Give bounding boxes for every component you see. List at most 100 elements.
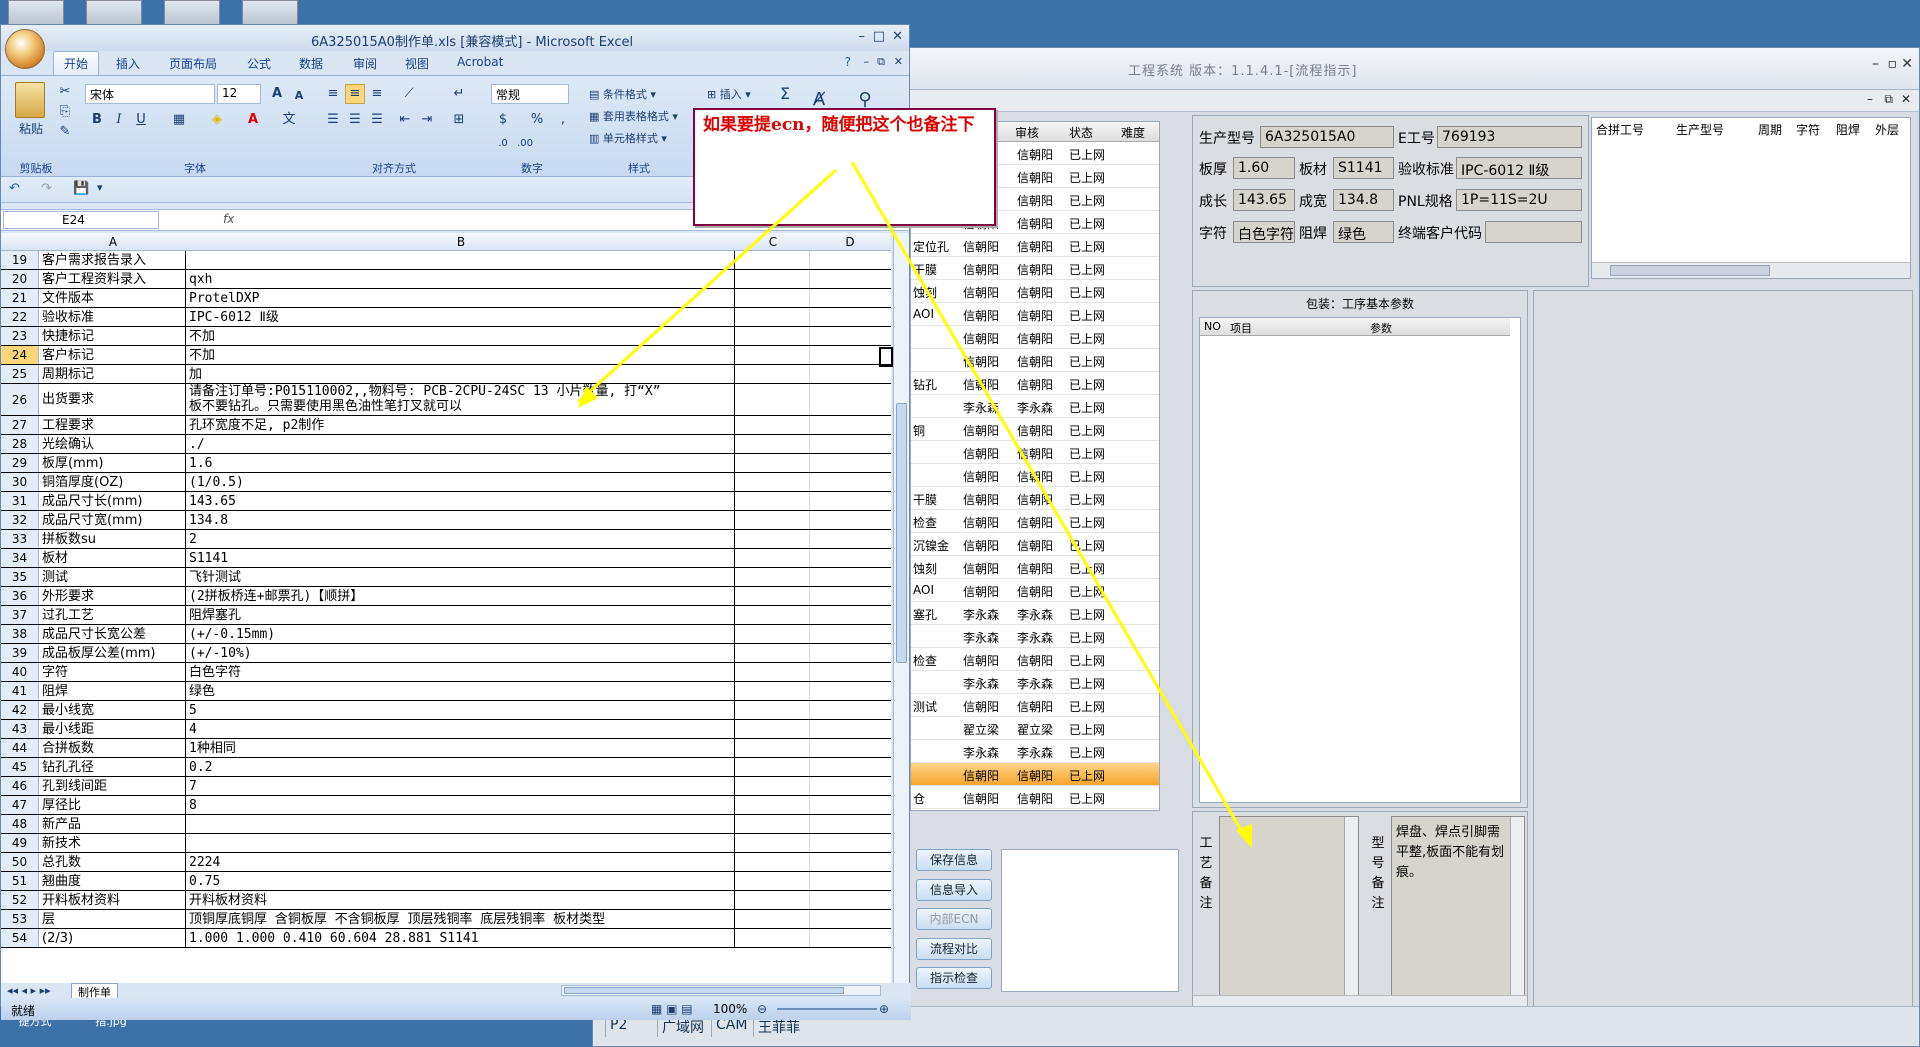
grid-row[interactable]: 蚀刻 信朝阳 信朝阳 已上网 [911, 280, 1159, 303]
row-number[interactable]: 48 [1, 815, 39, 833]
shrink-font-icon[interactable]: A [289, 86, 309, 106]
row-number[interactable]: 41 [1, 682, 39, 700]
row-number[interactable]: 34 [1, 549, 39, 567]
save-icon[interactable]: 💾 [73, 181, 89, 196]
grid-row[interactable]: 沉镍金 信朝阳 信朝阳 已上网 [911, 533, 1159, 556]
param-col-value[interactable]: 参数 [1370, 320, 1392, 336]
col-d-header[interactable]: D [811, 235, 889, 249]
desktop-icon[interactable] [242, 0, 298, 26]
cell-a[interactable]: 测试 [40, 568, 186, 586]
row-number[interactable]: 28 [1, 435, 39, 453]
row-number[interactable]: 31 [1, 492, 39, 510]
cell-a[interactable]: (2/3) [40, 929, 186, 947]
active-cell-e24[interactable] [879, 347, 893, 367]
grid-row[interactable]: 信朝阳 信朝阳 已上网 [911, 349, 1159, 372]
cell-d[interactable] [811, 701, 889, 719]
doc-minimize-icon[interactable]: – [864, 55, 870, 68]
cell-d[interactable] [811, 289, 889, 307]
process-remark-box[interactable] [1219, 816, 1359, 1004]
cell-b[interactable]: (+/-10%) [187, 644, 735, 662]
material-field[interactable]: S1141 [1333, 157, 1394, 179]
cell-d[interactable] [811, 682, 889, 700]
cell-d[interactable] [811, 891, 889, 909]
grid-row[interactable]: 信朝阳 信朝阳 已上网 [911, 464, 1159, 487]
cell-b[interactable]: 白色字符 [187, 663, 735, 681]
grid-row[interactable]: 塞孔 李永森 李永森 已上网 [911, 602, 1159, 625]
row-number[interactable]: 25 [1, 365, 39, 383]
vertical-scrollbar[interactable] [1344, 817, 1358, 1003]
grow-font-icon[interactable]: A [267, 84, 287, 104]
grid-row[interactable]: 干膜 信朝阳 信朝阳 已上网 [911, 487, 1159, 510]
cell-c[interactable] [736, 853, 810, 871]
horizontal-scrollbar[interactable] [561, 985, 881, 996]
cell-c[interactable] [736, 739, 810, 757]
grid-row[interactable]: 检查 信朝阳 信朝阳 已上网 [911, 510, 1159, 533]
cell-b[interactable]: (1/0.5) [187, 473, 735, 491]
model-remark-box[interactable]: 焊盘、焊点引脚需平整,板面不能有划痕。 [1391, 816, 1525, 1004]
grid-row[interactable]: AOI 信朝阳 信朝阳 已上网 [911, 303, 1159, 326]
border-icon[interactable]: ▦ [169, 110, 189, 130]
align-right-icon[interactable]: ☰ [367, 110, 387, 130]
cell-b[interactable]: ProtelDXP [187, 289, 735, 307]
cell-a[interactable]: 翘曲度 [40, 872, 186, 890]
row-number[interactable]: 32 [1, 511, 39, 529]
param-col-item[interactable]: 项目 [1230, 320, 1252, 336]
doc-close-icon[interactable]: ✕ [894, 55, 903, 68]
cell-c[interactable] [736, 777, 810, 795]
row-number[interactable]: 27 [1, 416, 39, 434]
cell-d[interactable] [811, 872, 889, 890]
row-number[interactable]: 50 [1, 853, 39, 871]
row-number[interactable]: 26 [1, 384, 39, 415]
cell-b[interactable]: 134.8 [187, 511, 735, 529]
import-info-button[interactable]: 信息导入 [916, 879, 992, 901]
cell-d[interactable] [811, 327, 889, 345]
cell-a[interactable]: 层 [40, 910, 186, 928]
grid-row[interactable]: 翟立梁 翟立梁 已上网 [911, 717, 1159, 740]
cell-d[interactable] [811, 758, 889, 776]
merge-col-header[interactable]: 周期 [1758, 121, 1782, 138]
tab-data[interactable]: 数据 [299, 55, 323, 72]
merge-center-icon[interactable]: ⊞ [449, 110, 469, 130]
cell-d[interactable] [811, 549, 889, 567]
cell-a[interactable]: 总孔数 [40, 853, 186, 871]
cell-c[interactable] [736, 270, 810, 288]
percent-icon[interactable]: % [527, 110, 547, 130]
cust-code-field[interactable] [1485, 221, 1582, 243]
cell-b[interactable]: 飞针测试 [187, 568, 735, 586]
cell-d[interactable] [811, 910, 889, 928]
cell-b[interactable]: 1种相同 [187, 739, 735, 757]
cell-c[interactable] [736, 530, 810, 548]
row-number[interactable]: 51 [1, 872, 39, 890]
cell-c[interactable] [736, 682, 810, 700]
cell-c[interactable] [736, 549, 810, 567]
cell-a[interactable]: 新技术 [40, 834, 186, 852]
cell-a[interactable]: 客户标记 [40, 346, 186, 364]
tab-view[interactable]: 视图 [405, 55, 429, 72]
find-select-icon[interactable]: ⚲ [855, 90, 875, 110]
minimize-icon[interactable]: – [859, 29, 866, 44]
cell-a[interactable]: 拼板数su [40, 530, 186, 548]
cell-d[interactable] [811, 625, 889, 643]
instruction-check-button[interactable]: 指示检查 [916, 967, 992, 989]
undo-icon[interactable]: ↶ [9, 181, 20, 196]
prod-model-field[interactable]: 6A325015A0 [1260, 126, 1394, 148]
cell-d[interactable] [811, 739, 889, 757]
col-c-header[interactable]: C [736, 235, 810, 249]
row-number[interactable]: 35 [1, 568, 39, 586]
eno-field[interactable]: 769193 [1437, 126, 1582, 148]
horizontal-scrollbar[interactable] [1592, 262, 1910, 278]
cell-b[interactable]: 8 [187, 796, 735, 814]
sort-filter-icon[interactable]: Ⱥ [809, 90, 829, 110]
cell-b[interactable]: qxh [187, 270, 735, 288]
cell-b[interactable]: 0.75 [187, 872, 735, 890]
row-number[interactable]: 23 [1, 327, 39, 345]
cell-b[interactable] [187, 251, 735, 269]
paste-icon[interactable] [15, 82, 45, 118]
cell-b[interactable]: 孔环宽度不足, p2制作 [187, 416, 735, 434]
cell-c[interactable] [736, 834, 810, 852]
grid-header-audit[interactable]: 审核 [1015, 124, 1039, 141]
grid-row[interactable]: 测试 信朝阳 信朝阳 已上网 [911, 694, 1159, 717]
cell-a[interactable]: 成品尺寸宽(mm) [40, 511, 186, 529]
grid-row[interactable]: 李永森 李永森 已上网 [911, 395, 1159, 418]
cell-a[interactable]: 成品尺寸长宽公差 [40, 625, 186, 643]
